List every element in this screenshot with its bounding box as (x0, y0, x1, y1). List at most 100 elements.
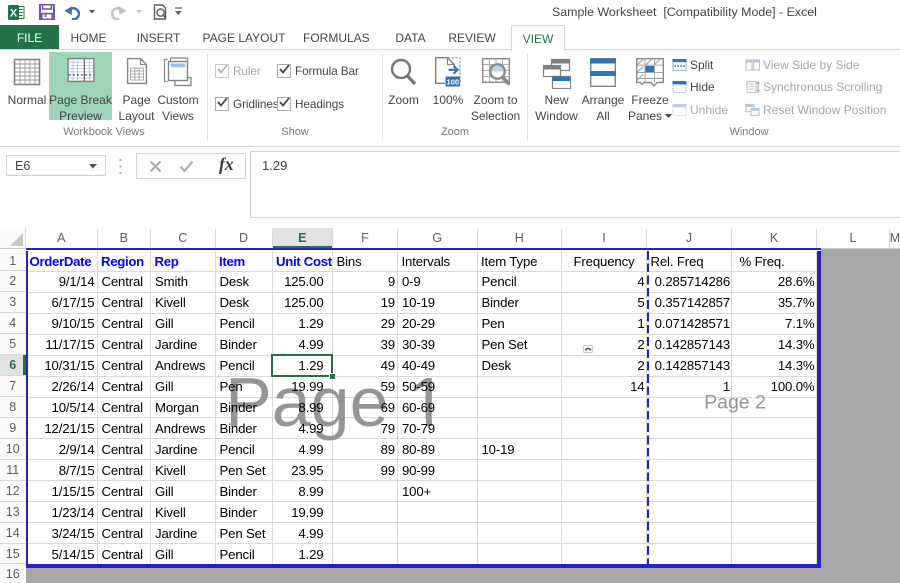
cell-B11[interactable]: Central (97, 460, 151, 481)
zoom-100-button[interactable]: 100 100% (427, 52, 469, 122)
cell-J7[interactable]: 1 (647, 376, 732, 397)
cell-F3[interactable]: 19 (333, 292, 398, 313)
cell-I5[interactable]: 2 (562, 334, 647, 355)
cell-F2[interactable]: 9 (333, 271, 398, 292)
cell-H10[interactable]: 10-19 (477, 439, 562, 460)
cell-B12[interactable]: Central (97, 481, 151, 502)
cell-G4[interactable]: 20-29 (398, 313, 478, 334)
cell-J4[interactable]: 0.071428571 (647, 313, 732, 334)
cell-B15[interactable]: Central (97, 544, 151, 565)
cell-B8[interactable]: Central (97, 397, 151, 418)
cell-D15[interactable]: Pencil (215, 544, 272, 565)
cell-B2[interactable]: Central (97, 271, 151, 292)
cell-I6[interactable]: 2 (562, 355, 647, 376)
cell-I4[interactable]: 1 (562, 313, 647, 334)
column-header-L[interactable]: L (817, 228, 890, 249)
cell-A10[interactable]: 2/9/14 (26, 439, 98, 460)
formula-bar-checkbox[interactable]: Formula Bar (277, 64, 367, 78)
cell-G12[interactable]: 100+ (398, 481, 478, 502)
cell-C5[interactable]: Jardine (151, 334, 216, 355)
cell-A8[interactable]: 10/5/14 (26, 397, 98, 418)
cell-F8[interactable]: 69 (333, 397, 398, 418)
smart-tag-icon[interactable] (583, 345, 593, 353)
name-box-dropdown-icon[interactable] (89, 164, 97, 169)
row-header-1[interactable]: 1 (0, 251, 26, 272)
cell-D8[interactable]: Binder (215, 397, 272, 418)
cell-F9[interactable]: 79 (333, 418, 398, 439)
cell-A15[interactable]: 5/14/15 (26, 544, 98, 565)
cell-C15[interactable]: Gill (151, 544, 216, 565)
cell-K1[interactable]: % Freq. (732, 251, 817, 272)
cell-D1[interactable]: Item (215, 251, 272, 272)
cell-C7[interactable]: Gill (151, 376, 216, 397)
tab-formulas[interactable]: FORMULAS (303, 25, 368, 50)
cell-F11[interactable]: 99 (333, 460, 398, 481)
cell-E15[interactable]: 1.29 (272, 544, 333, 565)
cell-G3[interactable]: 10-19 (398, 292, 478, 313)
row-header-2[interactable]: 2 (0, 271, 26, 292)
cell-F10[interactable]: 89 (333, 439, 398, 460)
cell-B14[interactable]: Central (97, 523, 151, 544)
cell-A12[interactable]: 1/15/15 (26, 481, 98, 502)
column-header-G[interactable]: G (398, 228, 478, 249)
cell-A14[interactable]: 3/24/15 (26, 523, 98, 544)
cell-G6[interactable]: 40-49 (398, 355, 478, 376)
cell-C9[interactable]: Andrews (151, 418, 216, 439)
column-header-B[interactable]: B (97, 228, 151, 249)
undo-dropdown-icon[interactable] (89, 10, 95, 14)
row-header-8[interactable]: 8 (0, 397, 26, 418)
row-header-9[interactable]: 9 (0, 418, 26, 439)
cell-G9[interactable]: 70-79 (398, 418, 478, 439)
column-header-D[interactable]: D (215, 228, 272, 249)
customize-quick-access-icon[interactable] (174, 7, 183, 16)
row-header-16[interactable]: 16 (0, 564, 26, 583)
column-header-J[interactable]: J (647, 228, 732, 249)
fill-handle[interactable] (329, 373, 336, 380)
cell-B1[interactable]: Region (97, 251, 151, 272)
cell-D5[interactable]: Binder (215, 334, 272, 355)
page-layout-button[interactable]: Page Layout (113, 52, 160, 122)
cell-F5[interactable]: 39 (333, 334, 398, 355)
cell-C10[interactable]: Jardine (151, 439, 216, 460)
name-box[interactable]: E6 (6, 155, 106, 176)
cell-F6[interactable]: 49 (333, 355, 398, 376)
cell-J6[interactable]: 0.142857143 (647, 355, 732, 376)
cell-H3[interactable]: Binder (477, 292, 562, 313)
cell-C12[interactable]: Gill (151, 481, 216, 502)
cell-E14[interactable]: 4.99 (272, 523, 333, 544)
cell-D6[interactable]: Pencil (215, 355, 272, 376)
page-break-dashed-line[interactable] (647, 251, 650, 565)
cell-I7[interactable]: 14 (562, 376, 647, 397)
tab-page-layout[interactable]: PAGE LAYOUT (198, 25, 290, 50)
cell-E10[interactable]: 4.99 (272, 439, 333, 460)
custom-views-button[interactable]: Custom Views (157, 52, 199, 122)
cell-K4[interactable]: 7.1% (732, 313, 817, 334)
cell-J2[interactable]: 0.285714286 (647, 271, 732, 292)
cell-H6[interactable]: Desk (477, 355, 562, 376)
cell-B3[interactable]: Central (97, 292, 151, 313)
cell-K6[interactable]: 14.3% (732, 355, 817, 376)
zoom-button[interactable]: Zoom (387, 52, 420, 122)
cell-E11[interactable]: 23.95 (272, 460, 333, 481)
cell-G8[interactable]: 60-69 (398, 397, 478, 418)
cell-K7[interactable]: 100.0% (732, 376, 817, 397)
cell-E1[interactable]: Unit Cost (272, 251, 333, 272)
undo-icon[interactable] (64, 5, 80, 20)
headings-checkbox[interactable]: Headings (277, 97, 352, 111)
page-break-preview-button[interactable]: Page Break Preview (49, 52, 112, 120)
tab-file[interactable]: FILE (0, 25, 59, 50)
print-preview-icon[interactable] (152, 4, 169, 21)
cell-A6[interactable]: 10/31/15 (26, 355, 98, 376)
select-all-corner[interactable] (0, 228, 26, 249)
row-header-12[interactable]: 12 (0, 481, 26, 502)
cell-E9[interactable]: 4.99 (272, 418, 333, 439)
cell-C1[interactable]: Rep (151, 251, 216, 272)
cell-D11[interactable]: Pen Set (215, 460, 272, 481)
cell-G1[interactable]: Intervals (398, 251, 478, 272)
column-header-K[interactable]: K (732, 228, 817, 249)
cell-E7[interactable]: 19.99 (272, 376, 333, 397)
column-header-E[interactable]: E (272, 228, 333, 249)
cell-E2[interactable]: 125.00 (272, 271, 333, 292)
tab-review[interactable]: REVIEW (446, 25, 498, 50)
cell-E5[interactable]: 4.99 (272, 334, 333, 355)
